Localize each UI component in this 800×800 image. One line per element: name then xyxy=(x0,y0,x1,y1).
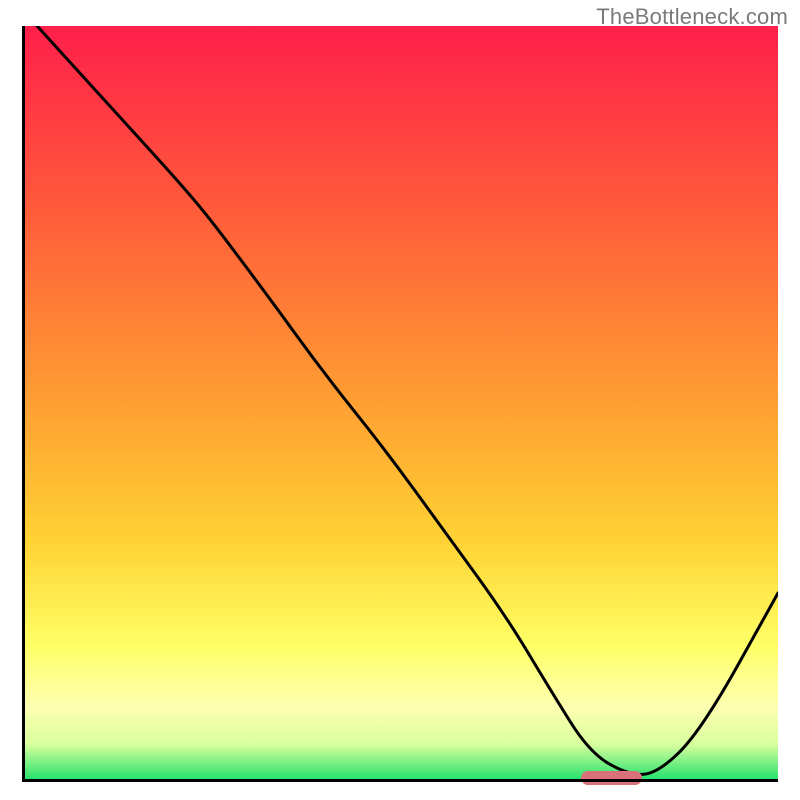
x-axis xyxy=(22,779,778,782)
plot-background xyxy=(22,26,778,782)
chart-stage: TheBottleneck.com xyxy=(0,0,800,800)
plot-area xyxy=(22,26,778,782)
y-axis xyxy=(22,26,25,782)
